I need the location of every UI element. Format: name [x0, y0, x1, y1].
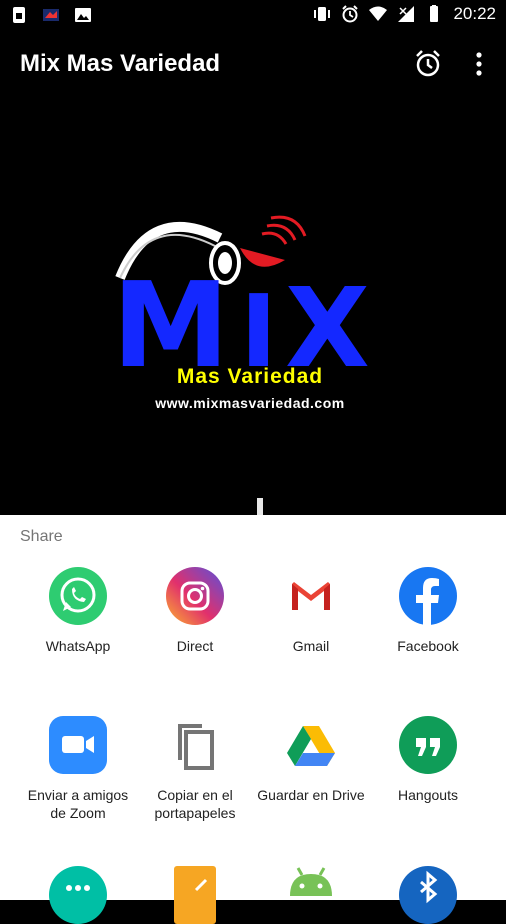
share-target-whatsapp[interactable]: WhatsApp	[20, 567, 136, 655]
share-target-label: WhatsApp	[45, 638, 111, 654]
share-target-direct[interactable]: Direct	[137, 567, 253, 655]
share-target-label: Copiar en el portapapeles	[154, 787, 236, 821]
hero-image: M I X Mas Variedad www.mixmasvariedad.co…	[0, 100, 506, 515]
sim-card-icon	[13, 7, 25, 23]
share-target-label: Enviar a amigos de Zoom	[27, 787, 129, 821]
vibrate-icon	[314, 7, 331, 21]
android-icon	[290, 867, 332, 896]
wifi-icon	[369, 6, 388, 21]
share-target-drive[interactable]: Guardar en Drive	[253, 716, 369, 804]
share-target-label: Facebook	[397, 638, 459, 654]
alarm-icon[interactable]	[413, 49, 443, 79]
signal-icon	[398, 6, 415, 22]
share-target-messages[interactable]	[20, 866, 136, 924]
share-target-android[interactable]	[253, 866, 369, 924]
whatsapp-icon	[49, 567, 107, 625]
share-target-gmail[interactable]: Gmail	[253, 567, 369, 655]
share-sheet: Share WhatsApp Direct Gmail Facebook Env…	[0, 515, 506, 924]
image-icon	[75, 8, 91, 22]
hangouts-icon	[399, 716, 457, 774]
bluetooth-icon	[399, 866, 457, 924]
google-drive-icon	[287, 726, 335, 766]
gmail-icon	[292, 582, 330, 610]
notification-app-icon	[43, 9, 59, 21]
instagram-icon	[166, 567, 224, 625]
alarm-icon	[342, 5, 359, 23]
share-target-facebook[interactable]: Facebook	[370, 567, 486, 655]
share-target-label: Gmail	[292, 638, 330, 654]
page-title: Mix Mas Variedad	[20, 50, 221, 77]
station-slogan: Mas Variedad	[176, 365, 324, 388]
share-target-zoom[interactable]: Enviar a amigos de Zoom	[20, 716, 136, 822]
share-target-label: Hangouts	[398, 787, 458, 803]
notes-icon	[174, 866, 216, 924]
status-bar: 20:22	[0, 0, 506, 30]
messages-icon	[49, 866, 107, 924]
copy-icon	[178, 724, 214, 770]
more-vert-icon[interactable]	[468, 49, 490, 79]
share-target-label: Direct	[176, 638, 214, 654]
share-target-clipboard[interactable]: Copiar en el portapapeles	[137, 716, 253, 822]
share-target-bluetooth[interactable]	[370, 866, 486, 924]
status-time: 20:22	[453, 4, 496, 23]
station-url: www.mixmasvariedad.com	[155, 395, 345, 411]
share-sheet-title: Share	[20, 528, 63, 545]
share-target-label: Guardar en Drive	[257, 787, 365, 803]
zoom-icon	[49, 716, 107, 774]
sheet-drag-handle[interactable]	[257, 498, 263, 515]
app-bar: Mix Mas Variedad	[0, 30, 506, 100]
share-target-hangouts[interactable]: Hangouts	[370, 716, 486, 804]
battery-icon	[430, 5, 439, 22]
share-target-notes[interactable]	[137, 866, 253, 924]
facebook-icon	[399, 567, 457, 625]
